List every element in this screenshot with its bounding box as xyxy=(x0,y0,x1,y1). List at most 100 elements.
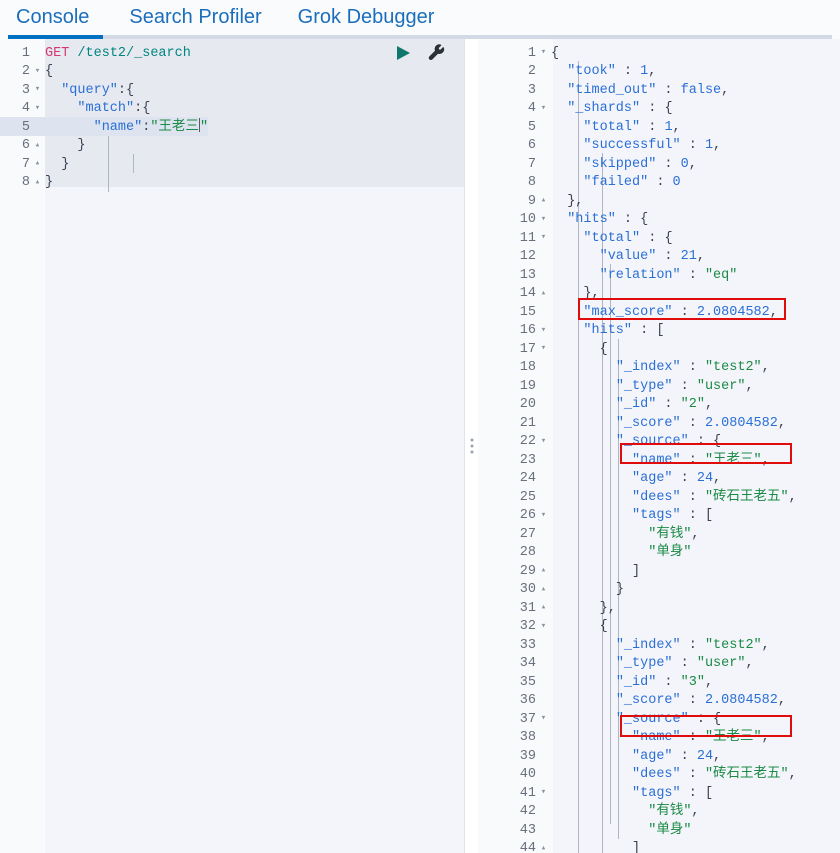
response-line[interactable]: 20· "_id" : "2", xyxy=(478,395,797,414)
fold-expand-icon[interactable]: ▴ xyxy=(536,580,551,599)
fold-placeholder: · xyxy=(536,672,551,691)
response-line[interactable]: 34· "_type" : "user", xyxy=(478,654,797,673)
fold-collapse-icon[interactable]: ▾ xyxy=(30,99,45,118)
response-line[interactable]: 30 ▴ } xyxy=(478,580,797,599)
response-line[interactable]: 17 ▾ { xyxy=(478,339,797,358)
request-line[interactable]: 2 ▾{ xyxy=(0,62,208,81)
request-editor-pane[interactable]: 1·GET /test2/_search2▾{3▾ "query":{4▾ "m… xyxy=(0,39,464,853)
response-line[interactable]: 4 ▾ "_shards" : { xyxy=(478,99,797,118)
response-line[interactable]: 27· "有钱", xyxy=(478,524,797,543)
tab-console[interactable]: Console xyxy=(0,0,107,35)
fold-placeholder: · xyxy=(536,765,551,784)
fold-expand-icon[interactable]: ▴ xyxy=(30,173,45,192)
response-line[interactable]: 10 ▾ "hits" : { xyxy=(478,210,797,229)
tab-list: Console Search Profiler Grok Debugger xyxy=(0,0,448,35)
tab-search-profiler[interactable]: Search Profiler xyxy=(115,0,275,35)
response-line[interactable]: 26 ▾ "tags" : [ xyxy=(478,506,797,525)
request-line[interactable]: 5· "name":"王老三" xyxy=(0,117,209,136)
response-line[interactable]: 15· "max_score" : 2.0804582, xyxy=(478,302,797,321)
response-line[interactable]: 42· "有钱", xyxy=(478,802,797,821)
fold-expand-icon[interactable]: ▴ xyxy=(536,191,551,210)
response-line[interactable]: 19· "_type" : "user", xyxy=(478,376,797,395)
response-code-lines[interactable]: 1▾{2· "took" : 1,3· "timed_out" : false,… xyxy=(478,43,797,853)
response-line[interactable]: 16 ▾ "hits" : [ xyxy=(478,321,797,340)
fold-collapse-icon[interactable]: ▾ xyxy=(536,617,551,636)
response-line[interactable]: 11 ▾ "total" : { xyxy=(478,228,797,247)
response-line[interactable]: 22 ▾ "_source" : { xyxy=(478,432,797,451)
fold-placeholder: · xyxy=(536,117,551,136)
fold-placeholder: · xyxy=(536,635,551,654)
response-line[interactable]: 12· "value" : 21, xyxy=(478,247,797,266)
editor-actions xyxy=(394,44,446,62)
play-icon[interactable] xyxy=(394,44,412,62)
response-line[interactable]: 18· "_index" : "test2", xyxy=(478,358,797,377)
fold-expand-icon[interactable]: ▴ xyxy=(536,284,551,303)
fold-collapse-icon[interactable]: ▾ xyxy=(30,62,45,81)
response-line[interactable]: 24· "age" : 24, xyxy=(478,469,797,488)
fold-collapse-icon[interactable]: ▾ xyxy=(536,709,551,728)
wrench-icon[interactable] xyxy=(428,44,446,62)
response-line[interactable]: 28· "单身" xyxy=(478,543,797,562)
fold-expand-icon[interactable]: ▴ xyxy=(30,154,45,173)
fold-placeholder: · xyxy=(536,302,551,321)
pane-resize-handle[interactable] xyxy=(465,39,478,853)
fold-placeholder: · xyxy=(536,728,551,747)
response-line[interactable]: 3· "timed_out" : false, xyxy=(478,80,797,99)
tab-grok-debugger[interactable]: Grok Debugger xyxy=(284,0,449,35)
fold-placeholder: · xyxy=(536,746,551,765)
fold-expand-icon[interactable]: ▴ xyxy=(536,598,551,617)
response-line[interactable]: 1 ▾{ xyxy=(478,43,797,62)
fold-collapse-icon[interactable]: ▾ xyxy=(536,321,551,340)
response-line[interactable]: 37 ▾ "_source" : { xyxy=(478,709,797,728)
fold-collapse-icon[interactable]: ▾ xyxy=(536,228,551,247)
response-line[interactable]: 31 ▴ }, xyxy=(478,598,797,617)
response-line[interactable]: 41 ▾ "tags" : [ xyxy=(478,783,797,802)
response-line[interactable]: 21· "_score" : 2.0804582, xyxy=(478,413,797,432)
response-line[interactable]: 38· "name" : "王老三", xyxy=(478,728,797,747)
fold-collapse-icon[interactable]: ▾ xyxy=(536,432,551,451)
response-line[interactable]: 43· "单身" xyxy=(478,820,797,839)
fold-expand-icon[interactable]: ▴ xyxy=(30,136,45,155)
tab-bar: Console Search Profiler Grok Debugger xyxy=(0,0,840,39)
request-line[interactable]: 6 ▴ } xyxy=(0,136,208,155)
fold-placeholder: · xyxy=(536,154,551,173)
response-viewer-pane[interactable]: 1▾{2· "took" : 1,3· "timed_out" : false,… xyxy=(478,39,840,853)
fold-expand-icon[interactable]: ▴ xyxy=(536,561,551,580)
fold-placeholder: · xyxy=(30,117,45,136)
response-line[interactable]: 29 ▴ ] xyxy=(478,561,797,580)
response-line[interactable]: 25· "dees" : "砖石王老五", xyxy=(478,487,797,506)
response-line[interactable]: 5· "total" : 1, xyxy=(478,117,797,136)
response-line[interactable]: 8· "failed" : 0 xyxy=(478,173,797,192)
response-line[interactable]: 32 ▾ { xyxy=(478,617,797,636)
response-line[interactable]: 13· "relation" : "eq" xyxy=(478,265,797,284)
response-line[interactable]: 6· "successful" : 1, xyxy=(478,136,797,155)
fold-collapse-icon[interactable]: ▾ xyxy=(536,506,551,525)
request-line[interactable]: 7 ▴ } xyxy=(0,154,208,173)
response-line[interactable]: 33· "_index" : "test2", xyxy=(478,635,797,654)
request-code-lines[interactable]: 1·GET /test2/_search2▾{3▾ "query":{4▾ "m… xyxy=(0,43,209,192)
response-line[interactable]: 44 ▴ ] xyxy=(478,839,797,853)
fold-collapse-icon[interactable]: ▾ xyxy=(536,99,551,118)
response-line[interactable]: 14 ▴ }, xyxy=(478,284,797,303)
response-line[interactable]: 23· "name" : "王老三", xyxy=(478,450,797,469)
fold-placeholder: · xyxy=(536,247,551,266)
fold-collapse-icon[interactable]: ▾ xyxy=(536,783,551,802)
response-line[interactable]: 2· "took" : 1, xyxy=(478,62,797,81)
request-line[interactable]: 4 ▾ "match":{ xyxy=(0,99,208,118)
fold-collapse-icon[interactable]: ▾ xyxy=(536,339,551,358)
fold-expand-icon[interactable]: ▴ xyxy=(536,839,551,853)
fold-collapse-icon[interactable]: ▾ xyxy=(536,210,551,229)
request-line[interactable]: 1·GET /test2/_search xyxy=(0,43,208,62)
response-line[interactable]: 35· "_id" : "3", xyxy=(478,672,797,691)
response-line[interactable]: 36· "_score" : 2.0804582, xyxy=(478,691,797,710)
response-line[interactable]: 39· "age" : 24, xyxy=(478,746,797,765)
request-line[interactable]: 3 ▾ "query":{ xyxy=(0,80,208,99)
fold-placeholder: · xyxy=(536,136,551,155)
fold-collapse-icon[interactable]: ▾ xyxy=(30,80,45,99)
code-text: } xyxy=(45,175,54,191)
response-line[interactable]: 7· "skipped" : 0, xyxy=(478,154,797,173)
response-line[interactable]: 9 ▴ }, xyxy=(478,191,797,210)
request-line[interactable]: 8 ▴} xyxy=(0,173,208,192)
response-line[interactable]: 40· "dees" : "砖石王老五", xyxy=(478,765,797,784)
fold-collapse-icon[interactable]: ▾ xyxy=(536,43,551,62)
